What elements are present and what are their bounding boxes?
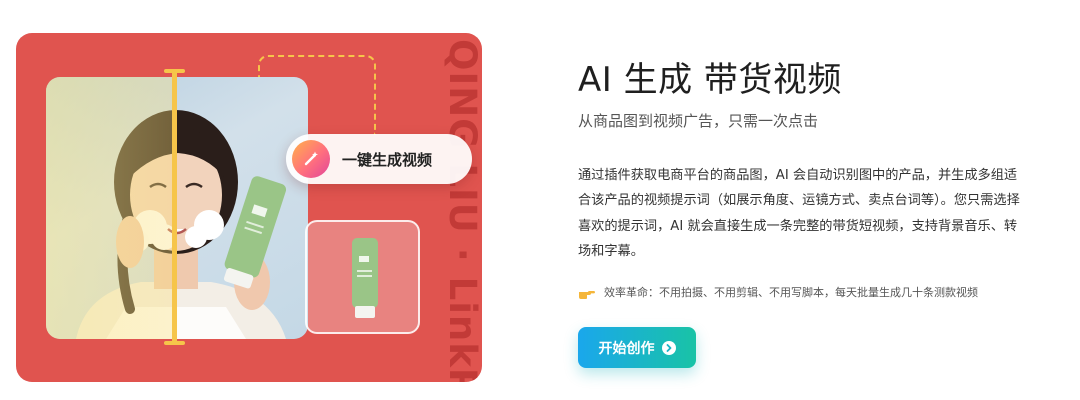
note-text: 效率革命：不用拍摄、不用剪辑、不用写脚本，每天批量生成几十条测款视频 <box>604 286 978 299</box>
scan-line-cap-top <box>164 69 185 73</box>
scan-line-cap-bottom <box>164 341 185 345</box>
description-line: 通过插件获取电商平台的商品图，AI 会自动识别图中的产品，并生成多组适 <box>578 168 1018 183</box>
description-line: 场和字幕。 <box>578 244 644 260</box>
arrow-right-circle-icon <box>661 340 676 355</box>
feature-content: AI 生成 带货视频 从商品图到视频广告，只需一次点击 通过插件获取电商平台的商… <box>578 0 1048 400</box>
description-line: 合该产品的视频提示词（如展示角度、运镜方式、卖点台词等）。您只需选择 <box>578 193 1020 209</box>
scan-warm-overlay <box>46 77 176 339</box>
model-photo <box>46 77 308 339</box>
one-click-generate-pill[interactable]: 一键生成视频 <box>286 134 472 184</box>
description: 通过插件获取电商平台的商品图，AI 会自动识别图中的产品，并生成多组适 合该产品… <box>578 163 1043 265</box>
scan-line[interactable] <box>172 69 177 345</box>
page-title: AI 生成 带货视频 <box>578 60 842 100</box>
subtitle: 从商品图到视频广告，只需一次点击 <box>578 112 819 130</box>
generate-pill-label: 一键生成视频 <box>342 150 433 169</box>
description-line: 喜欢的提示词，AI 就会直接生成一条完整的带货短视频，支持背景音乐、转 <box>578 218 1018 234</box>
start-creating-button[interactable]: 开始创作 <box>578 327 696 368</box>
hero-visual-card: QING LIU · LinkPix 一键生成视频 <box>16 33 482 382</box>
efficiency-note: 效率革命：不用拍摄、不用剪辑、不用写脚本，每天批量生成几十条测款视频 <box>578 284 978 300</box>
magic-wand-icon <box>292 140 330 178</box>
product-thumbnail[interactable] <box>305 220 420 334</box>
vertical-brand-text: QING LIU · LinkPix <box>441 39 482 382</box>
start-creating-label: 开始创作 <box>598 339 655 356</box>
pointing-hand-icon <box>578 285 596 299</box>
